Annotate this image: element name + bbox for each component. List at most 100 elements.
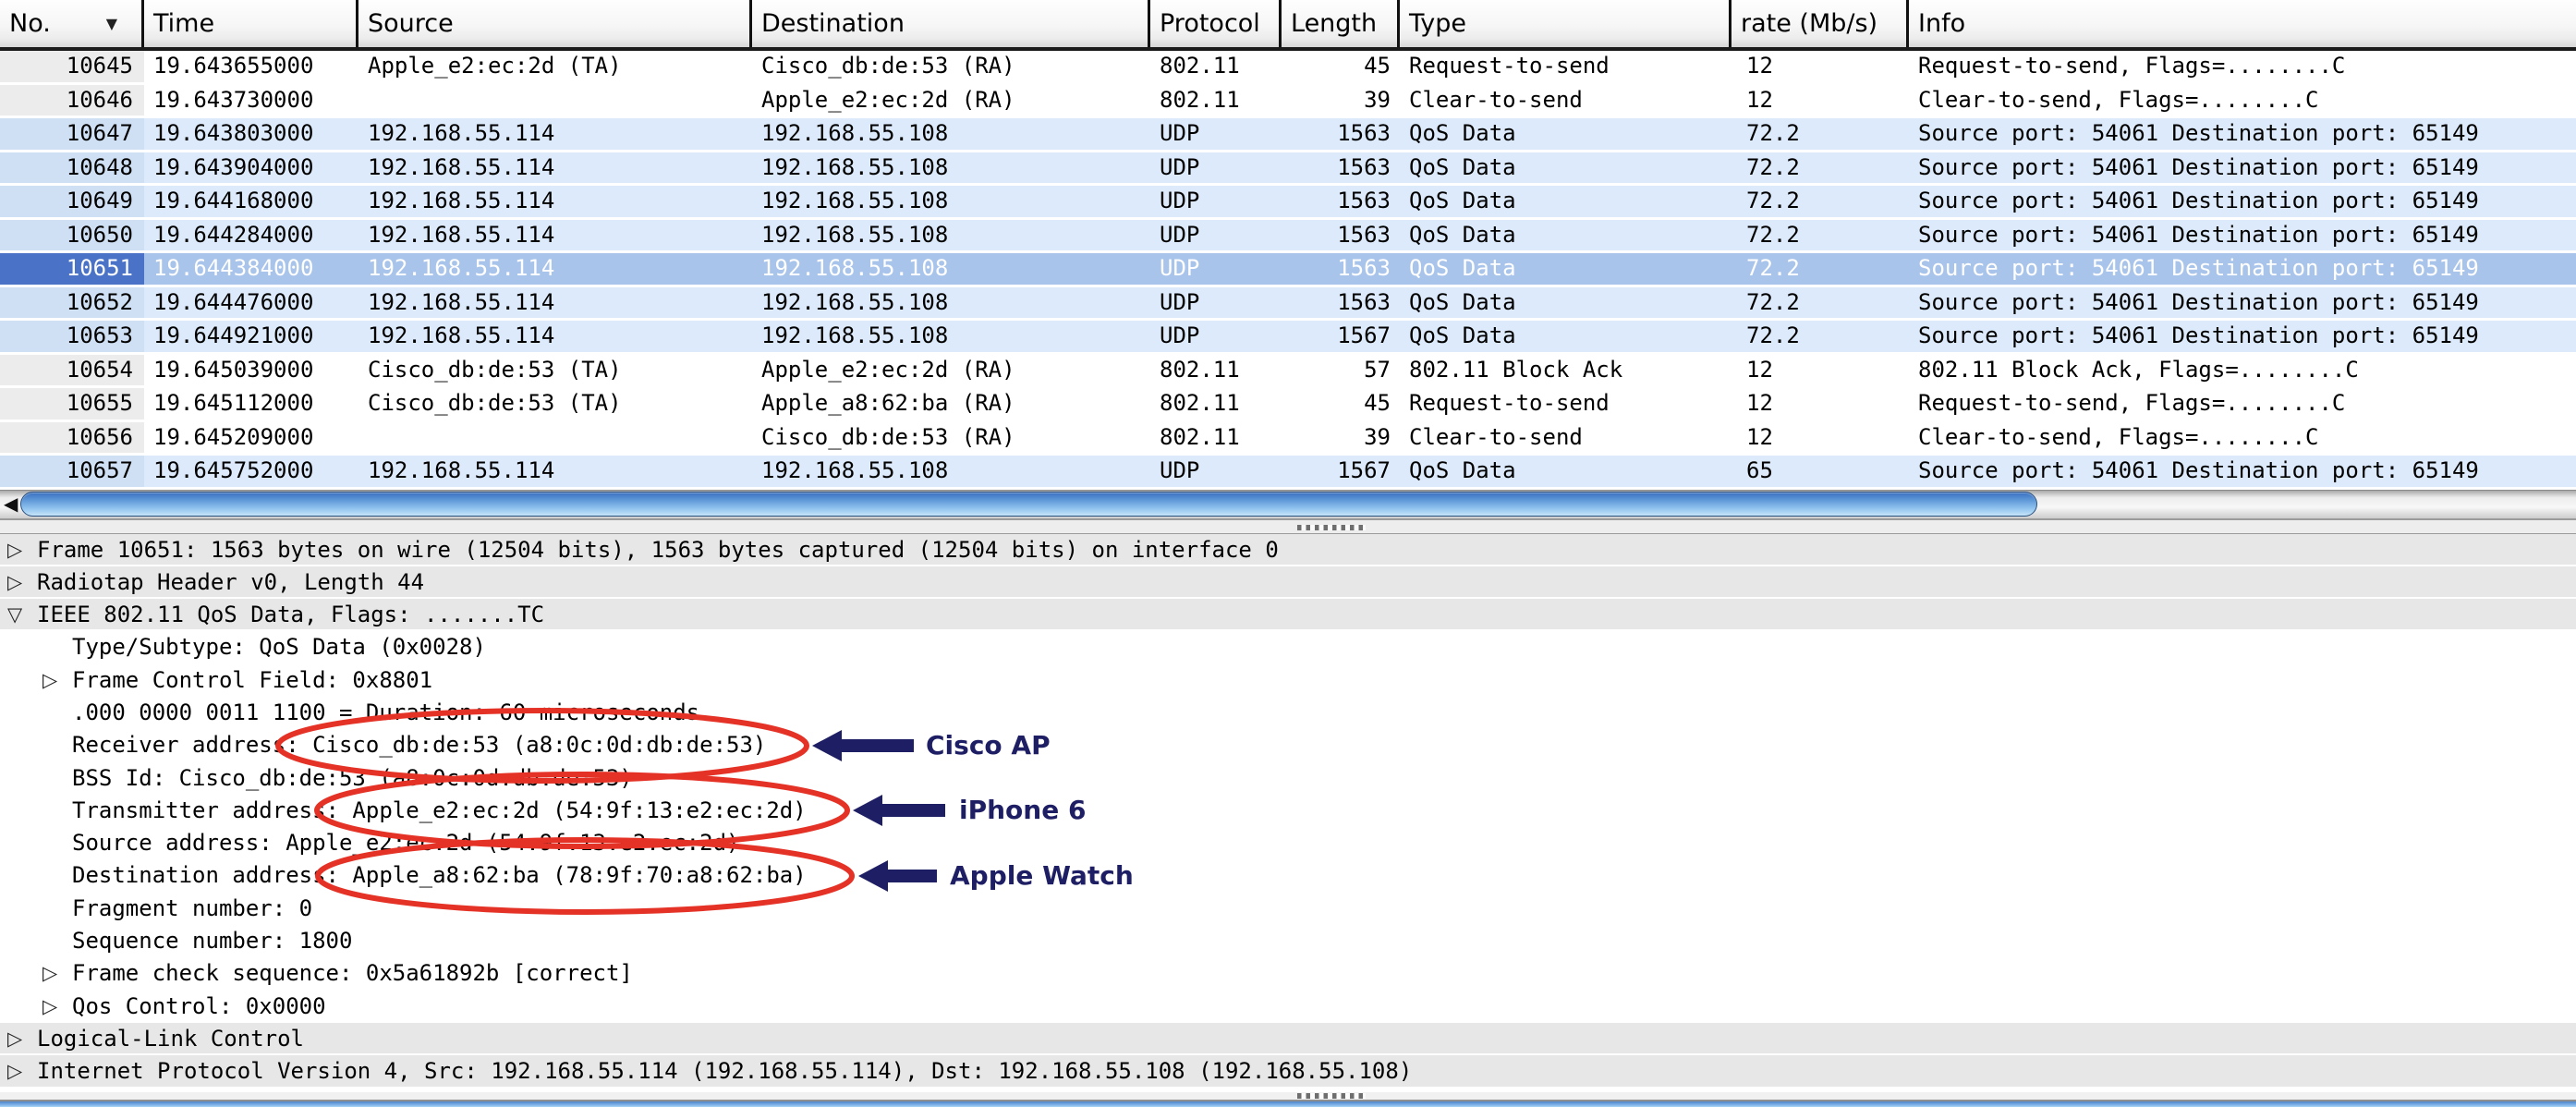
packet-row[interactable]: 1065219.644476000192.168.55.114192.168.5… [0,287,2576,322]
detail-row[interactable]: ▷Frame 10651: 1563 bytes on wire (12504 … [0,534,2576,566]
packet-row[interactable]: 1064819.643904000192.168.55.114192.168.5… [0,152,2576,187]
column-header-rate-mb-s[interactable]: rate (Mb/s) [1732,0,1909,47]
expander-closed-icon[interactable]: ▷ [7,1055,22,1088]
expander-closed-icon[interactable]: ▷ [43,957,57,990]
cell-rate: 72.2 [1732,220,1909,251]
cell-type: Clear-to-send [1400,85,1732,116]
expander-closed-icon[interactable]: ▷ [7,1023,22,1055]
scrollbar-thumb[interactable] [20,492,2037,517]
column-header-no[interactable]: No.▼ [0,0,144,47]
pane-splitter-top[interactable] [0,519,2576,534]
cell-no: 10657 [0,456,144,487]
detail-row[interactable]: ▷ Logical-Link Control [0,1023,2576,1055]
column-header-source[interactable]: Source [358,0,752,47]
cell-rate: 72.2 [1732,287,1909,319]
packet-list-hscrollbar[interactable]: ◀ [0,490,2576,519]
packet-row[interactable]: 1065319.644921000192.168.55.114192.168.5… [0,321,2576,355]
pane-splitter-bottom[interactable] [0,1092,2576,1101]
cell-no: 10649 [0,186,144,217]
detail-row[interactable]: ▽IEEE 802.11 QoS Data, Flags: .......TC [0,599,2576,631]
column-header-label: No. [9,1,51,46]
column-header-length[interactable]: Length [1282,0,1400,47]
column-header-label: Type [1409,1,1466,46]
cell-protocol: 802.11 [1150,422,1282,454]
column-header-protocol[interactable]: Protocol [1150,0,1282,47]
packet-list-header: No.▼Time SourceDestinationProtocolLengthT… [0,0,2576,51]
expander-closed-icon[interactable]: ▷ [43,991,57,1023]
cell-no: 10647 [0,118,144,150]
cell-info: Clear-to-send, Flags=........C [1909,422,2576,454]
detail-row[interactable]: Fragment number: 0 [0,893,2576,925]
packet-row[interactable]: 1064619.643730000Apple_e2:ec:2d (RA)802.… [0,85,2576,119]
cell-protocol: 802.11 [1150,388,1282,420]
detail-row-text: .000 0000 0011 1100 = Duration: 60 micro… [72,699,699,725]
detail-row[interactable]: .000 0000 0011 1100 = Duration: 60 micro… [0,697,2576,729]
cell-length: 1563 [1282,253,1400,285]
detail-row[interactable]: Transmitter address: Apple_e2:ec:2d (54:… [0,795,2576,827]
cell-length: 39 [1282,422,1400,454]
expander-closed-icon[interactable]: ▷ [7,566,22,599]
cell-info: Request-to-send, Flags=........C [1909,388,2576,420]
packet-row[interactable]: 1065619.645209000Cisco_db:de:53 (RA)802.… [0,422,2576,456]
cell-protocol: 802.11 [1150,85,1282,116]
cell-destination: 192.168.55.108 [752,321,1150,352]
cell-type: QoS Data [1400,253,1732,285]
packet-row[interactable]: 1065119.644384000192.168.55.114192.168.5… [0,253,2576,287]
column-header-type[interactable]: Type [1400,0,1732,47]
cell-no: 10650 [0,220,144,251]
column-header-info[interactable]: Info [1909,0,2576,47]
cell-source: Cisco_db:de:53 (TA) [358,388,752,420]
detail-row[interactable]: ▷Internet Protocol Version 4, Src: 192.1… [0,1055,2576,1088]
detail-row[interactable]: ▷Radiotap Header v0, Length 44 [0,566,2576,599]
column-header-label: Time [153,1,214,46]
cell-type: QoS Data [1400,186,1732,217]
cell-rate: 12 [1732,422,1909,454]
expander-closed-icon[interactable]: ▷ [43,664,57,697]
cell-protocol: UDP [1150,118,1282,150]
detail-row-text: Fragment number: 0 [72,895,312,921]
packet-row[interactable]: 1064919.644168000192.168.55.114192.168.5… [0,186,2576,220]
cell-info: Source port: 54061 Destination port: 651… [1909,186,2576,217]
cell-source [358,422,752,454]
cell-length: 1567 [1282,456,1400,487]
cell-type: QoS Data [1400,220,1732,251]
cell-protocol: UDP [1150,456,1282,487]
cell-time: 19.645112000 [144,388,358,420]
packet-row[interactable]: 1065019.644284000192.168.55.114192.168.5… [0,220,2576,254]
cell-time: 19.644384000 [144,253,358,285]
splitter-grip-icon[interactable] [1297,1093,1366,1099]
cell-time: 19.643904000 [144,152,358,184]
detail-row-text: Logical-Link Control [37,1026,304,1052]
detail-row[interactable]: Destination address: Apple_a8:62:ba (78:… [0,859,2576,892]
cell-source: 192.168.55.114 [358,456,752,487]
detail-row-text: Frame check sequence: 0x5a61892b [correc… [72,960,633,986]
detail-row[interactable]: Source address: Apple_e2:ec:2d (54:9f:13… [0,827,2576,859]
packet-row[interactable]: 1065519.645112000Cisco_db:de:53 (TA)Appl… [0,388,2576,422]
detail-row[interactable]: BSS Id: Cisco_db:de:53 (a8:0c:0d:db:de:5… [0,762,2576,795]
cell-no: 10653 [0,321,144,352]
cell-info: Source port: 54061 Destination port: 651… [1909,253,2576,285]
detail-row[interactable]: Receiver address: Cisco_db:de:53 (a8:0c:… [0,729,2576,761]
cell-time: 19.643803000 [144,118,358,150]
cell-time: 19.644476000 [144,287,358,319]
column-header-time[interactable]: Time [144,0,358,47]
splitter-grip-icon[interactable] [1297,525,1366,530]
cell-info: Source port: 54061 Destination port: 651… [1909,152,2576,184]
detail-row[interactable]: ▷ Frame check sequence: 0x5a61892b [corre… [0,957,2576,990]
expander-closed-icon[interactable]: ▷ [7,534,22,566]
detail-row[interactable]: ▷Qos Control: 0x0000 [0,991,2576,1023]
packet-row[interactable]: 1064519.643655000Apple_e2:ec:2d (TA)Cisc… [0,51,2576,85]
scrollbar-left-arrow-icon[interactable]: ◀ [4,491,18,518]
cell-rate: 65 [1732,456,1909,487]
packet-list: 1064519.643655000Apple_e2:ec:2d (TA)Cisc… [0,51,2576,490]
detail-row[interactable]: ▷Frame Control Field: 0x8801 [0,664,2576,697]
detail-row[interactable]: Type/Subtype: QoS Data (0x0028) [0,631,2576,663]
cell-protocol: UDP [1150,186,1282,217]
packet-row[interactable]: 1065419.645039000Cisco_db:de:53 (TA)Appl… [0,355,2576,389]
packet-row[interactable]: 1064719.643803000192.168.55.114192.168.5… [0,118,2576,152]
packet-row[interactable]: 1065719.645752000192.168.55.114192.168.5… [0,456,2576,490]
cell-destination: 192.168.55.108 [752,186,1150,217]
expander-open-icon[interactable]: ▽ [7,599,22,631]
detail-row[interactable]: Sequence number: 1800 [0,925,2576,957]
column-header-destination[interactable]: Destination [752,0,1150,47]
